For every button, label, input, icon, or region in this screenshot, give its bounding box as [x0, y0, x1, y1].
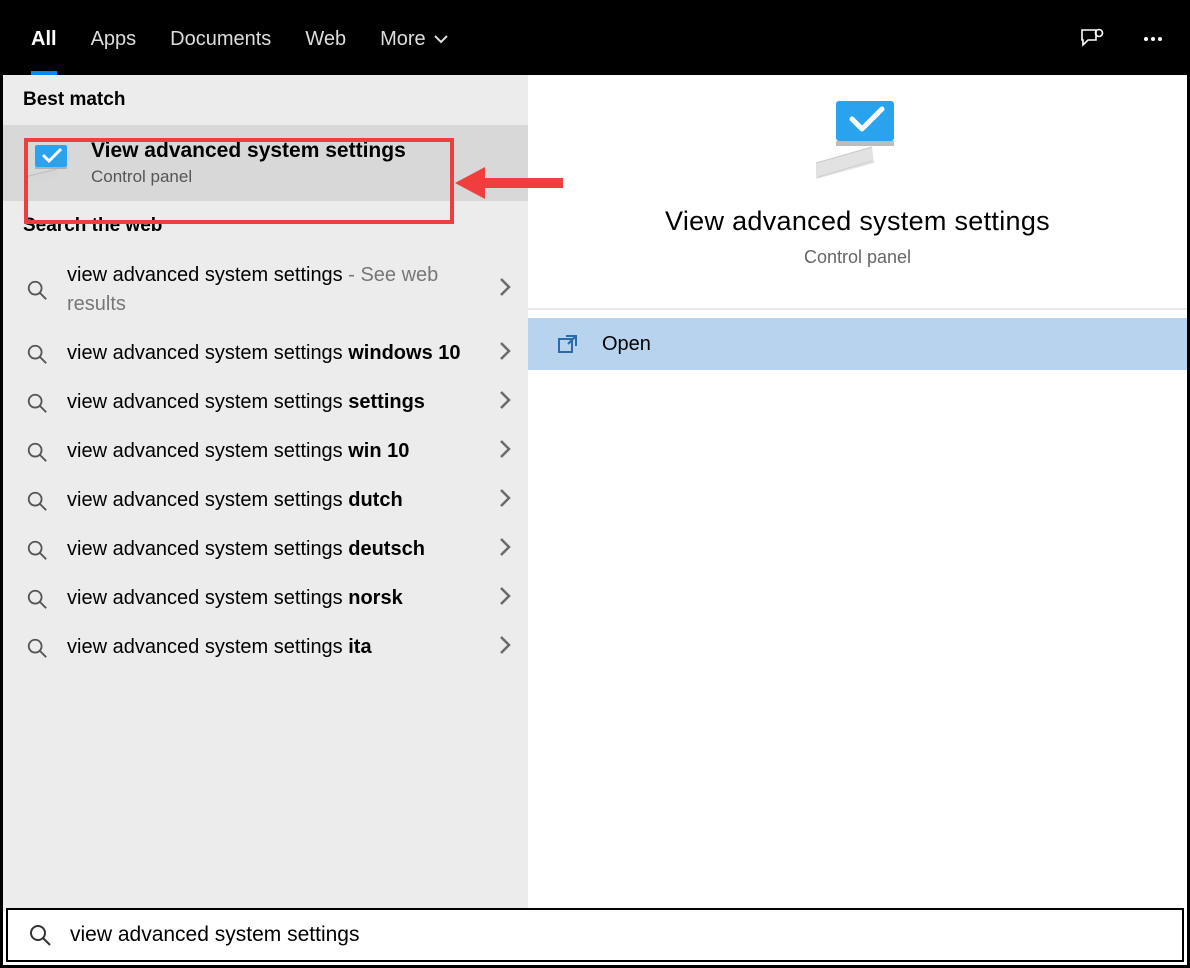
- web-search-item-text: view advanced system settings ita: [67, 633, 482, 662]
- feedback-icon[interactable]: [1077, 25, 1105, 53]
- open-external-icon: [556, 332, 580, 356]
- more-options-icon[interactable]: [1139, 25, 1167, 53]
- web-search-item[interactable]: view advanced system settings norsk: [3, 574, 528, 623]
- best-match-title: View advanced system settings: [91, 139, 406, 163]
- search-icon: [23, 490, 51, 512]
- web-search-item-text: view advanced system settings norsk: [67, 584, 482, 613]
- monitor-check-icon: [23, 143, 73, 183]
- chevron-right-icon[interactable]: [498, 586, 512, 612]
- search-icon: [28, 923, 52, 947]
- details-title: View advanced system settings: [665, 206, 1050, 237]
- search-icon: [23, 539, 51, 561]
- search-web-header: Search the web: [3, 201, 528, 251]
- search-icon: [23, 392, 51, 414]
- results-panel: Best match View advanced system settings…: [3, 75, 528, 911]
- details-panel: View advanced system settings Control pa…: [528, 75, 1187, 911]
- web-search-item-text: view advanced system settings windows 10: [67, 339, 482, 368]
- tab-apps[interactable]: Apps: [91, 4, 137, 75]
- web-search-item-text: view advanced system settings - See web …: [67, 261, 482, 319]
- web-search-item[interactable]: view advanced system settings deutsch: [3, 525, 528, 574]
- chevron-right-icon[interactable]: [498, 277, 512, 303]
- tab-more[interactable]: More: [380, 4, 448, 75]
- monitor-check-icon: [810, 97, 906, 186]
- best-match-header: Best match: [3, 75, 528, 125]
- web-search-item[interactable]: view advanced system settings win 10: [3, 427, 528, 476]
- web-search-item[interactable]: view advanced system settings ita: [3, 623, 528, 672]
- chevron-right-icon[interactable]: [498, 439, 512, 465]
- tab-documents[interactable]: Documents: [170, 4, 271, 75]
- chevron-right-icon[interactable]: [498, 635, 512, 661]
- search-icon: [23, 588, 51, 610]
- search-input[interactable]: [70, 923, 1162, 947]
- chevron-right-icon[interactable]: [498, 341, 512, 367]
- chevron-right-icon[interactable]: [498, 537, 512, 563]
- web-search-item[interactable]: view advanced system settings - See web …: [3, 251, 528, 329]
- search-icon: [23, 441, 51, 463]
- best-match-result[interactable]: View advanced system settings Control pa…: [3, 125, 528, 201]
- tab-all[interactable]: All: [31, 4, 57, 75]
- best-match-subtitle: Control panel: [91, 167, 406, 187]
- web-search-item[interactable]: view advanced system settings dutch: [3, 476, 528, 525]
- web-search-item-text: view advanced system settings win 10: [67, 437, 482, 466]
- open-button-label: Open: [602, 333, 651, 356]
- chevron-right-icon[interactable]: [498, 390, 512, 416]
- web-search-item[interactable]: view advanced system settings settings: [3, 378, 528, 427]
- web-search-item-text: view advanced system settings settings: [67, 388, 482, 417]
- details-subtitle: Control panel: [804, 247, 911, 268]
- open-button[interactable]: Open: [528, 318, 1187, 370]
- web-search-item[interactable]: view advanced system settings windows 10: [3, 329, 528, 378]
- separator: [528, 308, 1187, 310]
- search-topbar: All Apps Documents Web More: [3, 3, 1187, 75]
- search-icon: [23, 343, 51, 365]
- chevron-down-icon: [434, 34, 448, 44]
- web-search-item-text: view advanced system settings deutsch: [67, 535, 482, 564]
- chevron-right-icon[interactable]: [498, 488, 512, 514]
- search-icon: [23, 637, 51, 659]
- tab-web[interactable]: Web: [305, 4, 346, 75]
- search-icon: [23, 279, 51, 301]
- web-search-item-text: view advanced system settings dutch: [67, 486, 482, 515]
- search-bar[interactable]: [6, 908, 1184, 962]
